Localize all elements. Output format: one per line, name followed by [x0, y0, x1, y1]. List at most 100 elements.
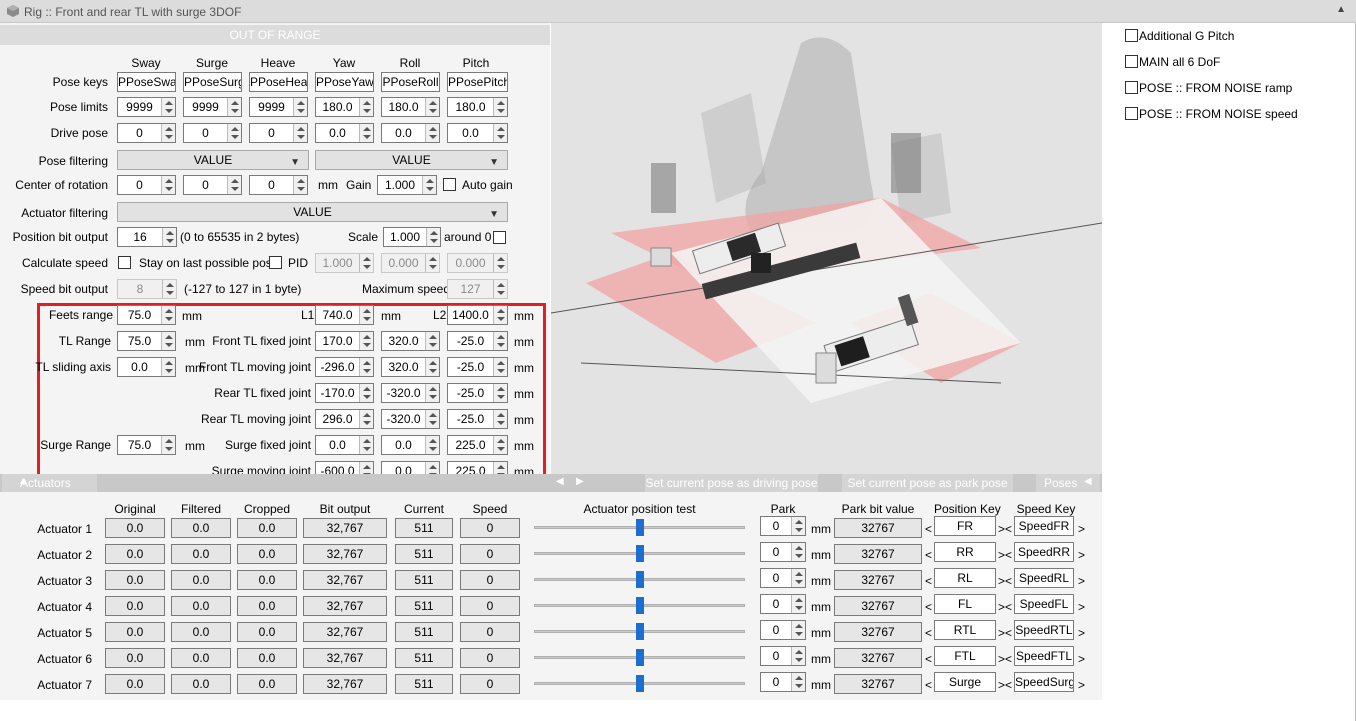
- slider-thumb[interactable]: [636, 649, 644, 666]
- rig-3d-viewport[interactable]: [550, 23, 1103, 474]
- pose-limit-stepper[interactable]: 180.0: [447, 97, 508, 117]
- surge-range-label: Surge Range: [40, 438, 111, 452]
- park-stepper[interactable]: 0: [760, 542, 806, 562]
- speed-key-field[interactable]: SpeedFL: [1014, 594, 1074, 614]
- joint-x-stepper[interactable]: -170.0: [315, 383, 374, 403]
- park-stepper[interactable]: 0: [760, 594, 806, 614]
- park-stepper[interactable]: 0: [760, 568, 806, 588]
- pose-key-field[interactable]: PPoseHeave: [249, 72, 308, 92]
- joint-y-stepper[interactable]: -320.0: [381, 383, 440, 403]
- pose-key-field[interactable]: PPoseYaw: [315, 72, 374, 92]
- calculate-speed-checkbox[interactable]: [118, 256, 131, 269]
- joint-z-stepper[interactable]: -25.0: [447, 357, 508, 377]
- park-bit-value: 32767: [834, 596, 922, 616]
- pose-limit-stepper[interactable]: 9999: [183, 97, 242, 117]
- maximum-speed-stepper[interactable]: 127: [447, 279, 508, 299]
- center-of-rotation-stepper[interactable]: 0: [117, 175, 176, 195]
- joint-x-stepper[interactable]: 0.0: [315, 435, 374, 455]
- pose-filtering-select[interactable]: VALUE ▼: [117, 150, 309, 170]
- pose-key-field[interactable]: PPoseSurge: [183, 72, 242, 92]
- center-of-rotation-stepper[interactable]: 0: [249, 175, 308, 195]
- actuator-filtering-select[interactable]: VALUE ▼: [117, 202, 508, 222]
- drive-pose-stepper[interactable]: 0.0: [381, 123, 440, 143]
- arrow-right-icon[interactable]: ▶: [576, 476, 584, 487]
- position-key-field[interactable]: RL: [934, 568, 996, 588]
- speed-key-field[interactable]: SpeedRTL: [1014, 620, 1074, 640]
- pose-key-field[interactable]: PPoseSway: [117, 72, 176, 92]
- slider-thumb[interactable]: [636, 597, 644, 614]
- park-stepper[interactable]: 0: [760, 646, 806, 666]
- gain-stepper[interactable]: 1.000: [377, 175, 437, 195]
- option-label: POSE :: FROM NOISE speed: [1139, 107, 1298, 121]
- auto-gain-checkbox[interactable]: [443, 178, 456, 191]
- position-key-field[interactable]: FR: [934, 516, 996, 536]
- pid-stepper[interactable]: 0.000: [447, 253, 508, 273]
- joint-x-stepper[interactable]: -296.0: [315, 357, 374, 377]
- tl-range-stepper[interactable]: 75.0: [117, 331, 176, 351]
- slider-thumb[interactable]: [636, 545, 644, 562]
- position-key-field[interactable]: FL: [934, 594, 996, 614]
- position-key-field[interactable]: RTL: [934, 620, 996, 640]
- joint-y-stepper[interactable]: -320.0: [381, 409, 440, 429]
- feets-range-stepper[interactable]: 75.0: [117, 305, 176, 325]
- position-key-field[interactable]: RR: [934, 542, 996, 562]
- speed-key-field[interactable]: SpeedFTL: [1014, 646, 1074, 666]
- park-stepper[interactable]: 0: [760, 516, 806, 536]
- scale-stepper[interactable]: 1.000: [383, 227, 441, 247]
- pose-key-field[interactable]: PPoseRoll: [381, 72, 440, 92]
- speed-key-field[interactable]: SpeedFR: [1014, 516, 1074, 536]
- set-park-pose-button[interactable]: Set current pose as park pose: [842, 474, 1013, 492]
- pid-stepper[interactable]: 1.000: [315, 253, 374, 273]
- drive-pose-stepper[interactable]: 0.0: [315, 123, 374, 143]
- l1-stepper[interactable]: 740.0: [315, 305, 374, 325]
- l2-stepper[interactable]: 1400.0: [447, 305, 508, 325]
- position-key-field[interactable]: Surge: [934, 672, 996, 692]
- speed-key-field[interactable]: SpeedSurge: [1014, 672, 1074, 692]
- joint-z-stepper[interactable]: 225.0: [447, 435, 508, 455]
- joint-x-stepper[interactable]: 296.0: [315, 409, 374, 429]
- joint-x-stepper[interactable]: 170.0: [315, 331, 374, 351]
- pose-key-field[interactable]: PPosePitch: [447, 72, 508, 92]
- drive-pose-stepper[interactable]: 0: [249, 123, 308, 143]
- around-zero-checkbox[interactable]: [493, 231, 506, 244]
- joint-y-stepper[interactable]: 320.0: [381, 331, 440, 351]
- collapse-up-icon[interactable]: ▲: [1336, 4, 1346, 15]
- slider-thumb[interactable]: [636, 675, 644, 692]
- joint-z-stepper[interactable]: -25.0: [447, 383, 508, 403]
- option-checkbox[interactable]: [1125, 29, 1138, 42]
- park-stepper[interactable]: 0: [760, 672, 806, 692]
- tl-sliding-axis-stepper[interactable]: 0.0: [117, 357, 176, 377]
- speed-key-field[interactable]: SpeedRL: [1014, 568, 1074, 588]
- pose-limit-stepper[interactable]: 180.0: [315, 97, 374, 117]
- pose-limit-stepper[interactable]: 180.0: [381, 97, 440, 117]
- park-stepper[interactable]: 0: [760, 620, 806, 640]
- center-of-rotation-stepper[interactable]: 0: [183, 175, 242, 195]
- slider-thumb[interactable]: [636, 519, 644, 536]
- joint-z-stepper[interactable]: -25.0: [447, 409, 508, 429]
- joint-y-stepper[interactable]: 0.0: [381, 435, 440, 455]
- slider-thumb[interactable]: [636, 571, 644, 588]
- option-checkbox[interactable]: [1125, 107, 1138, 120]
- pose-filtering-select[interactable]: VALUE ▼: [315, 150, 508, 170]
- set-driving-pose-button[interactable]: Set current pose as driving pose: [645, 474, 818, 492]
- joint-y-stepper[interactable]: 320.0: [381, 357, 440, 377]
- pid-stepper[interactable]: 0.000: [381, 253, 440, 273]
- arrow-left-icon[interactable]: ◀: [556, 476, 564, 487]
- position-bit-stepper[interactable]: 16: [117, 227, 177, 247]
- pose-limit-stepper[interactable]: 9999: [249, 97, 308, 117]
- drive-pose-stepper[interactable]: 0: [183, 123, 242, 143]
- option-checkbox[interactable]: [1125, 55, 1138, 68]
- actuators-tab[interactable]: Actuators: [2, 474, 97, 492]
- pid-checkbox[interactable]: [269, 256, 282, 269]
- position-key-field[interactable]: FTL: [934, 646, 996, 666]
- drive-pose-stepper[interactable]: 0.0: [447, 123, 508, 143]
- joint-z-stepper[interactable]: -25.0: [447, 331, 508, 351]
- collapse-up-icon[interactable]: ▲: [18, 476, 28, 487]
- speed-bit-stepper[interactable]: 8: [117, 279, 177, 299]
- slider-thumb[interactable]: [636, 623, 644, 640]
- speed-key-field[interactable]: SpeedRR: [1014, 542, 1074, 562]
- surge-range-stepper[interactable]: 75.0: [117, 435, 176, 455]
- drive-pose-stepper[interactable]: 0: [117, 123, 176, 143]
- option-checkbox[interactable]: [1125, 81, 1138, 94]
- pose-limit-stepper[interactable]: 9999: [117, 97, 176, 117]
